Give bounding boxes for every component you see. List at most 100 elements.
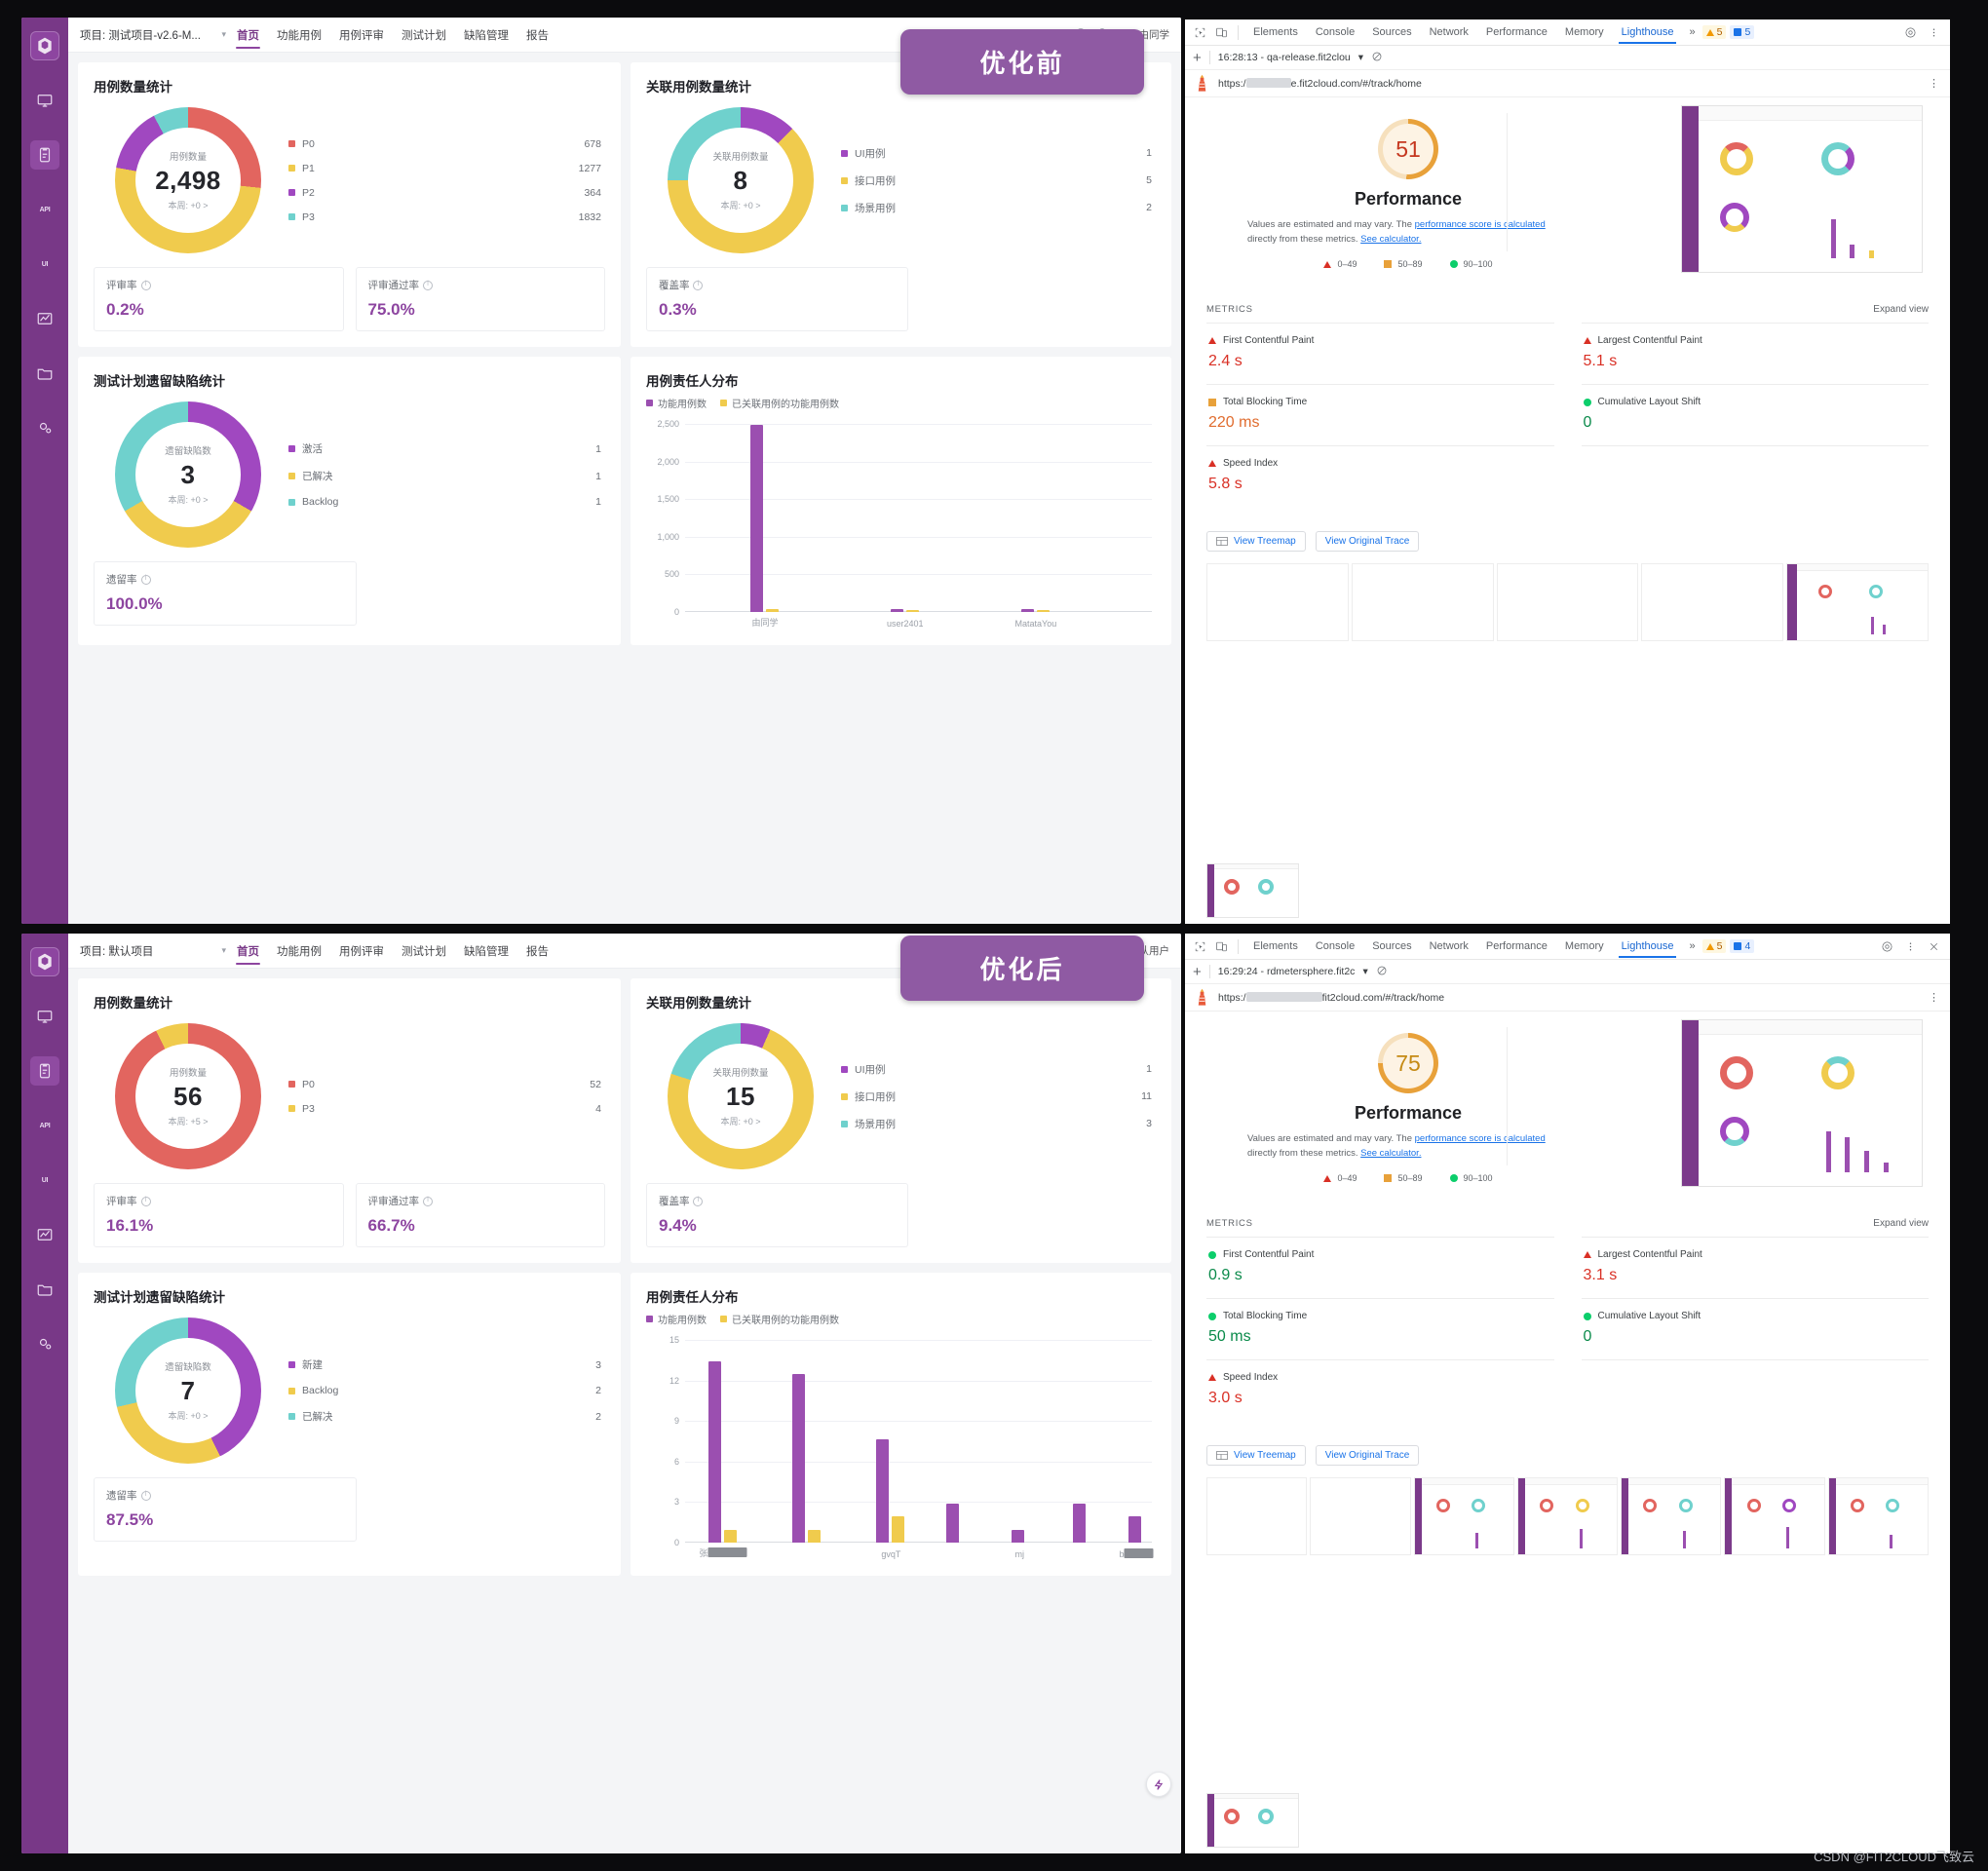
more-options-icon[interactable] [1923,21,1944,43]
device-toolbar-icon[interactable] [1210,21,1232,43]
view-original-trace-button[interactable]: View Original Trace [1315,1445,1420,1467]
inspect-element-icon[interactable] [1189,936,1210,957]
bar-series-1[interactable] [876,1439,890,1543]
metric-largest-contentful-paint[interactable]: Largest Contentful Paint 3.1 s [1581,1237,1929,1298]
filmstrip-frame[interactable] [1621,1477,1722,1556]
sidebar-item-project-settings[interactable] [30,1275,59,1304]
bar-series-2[interactable] [892,1516,905,1543]
warning-count-badge[interactable]: 5 [1701,939,1727,953]
bar-group[interactable]: b [1120,1516,1154,1559]
url-more-options-icon[interactable]: ⋮ [1929,77,1940,90]
more-tabs-icon[interactable]: » [1682,940,1701,952]
metric-cumulative-layout-shift[interactable]: Cumulative Layout Shift 0 [1581,1298,1929,1359]
bar-series-2[interactable] [723,1530,737,1543]
sidebar-item-test-track[interactable] [30,140,59,170]
tab-case-review[interactable]: 用例评审 [338,19,385,51]
report-selector[interactable]: 16:29:24 - rdmetersphere.fit2c [1218,966,1356,977]
legend-item[interactable]: 已关联用例的功能用例数 [719,1312,839,1326]
bar-series-1[interactable] [1072,1504,1086,1543]
audited-url-bottom[interactable]: https:/fit2cloud.com/#/track/home [1218,991,1444,1004]
bar-series-1[interactable] [707,1361,721,1543]
project-selector-bottom[interactable]: 项目: 默认项目 ▾ [80,943,226,959]
donut-center-sub[interactable]: 本周: +0 > [168,493,208,506]
bar-group[interactable]: 张 [699,1361,747,1558]
devtools-tab-lighthouse[interactable]: Lighthouse [1613,21,1683,44]
close-devtools-icon[interactable] [1923,936,1944,957]
tab-report[interactable]: 报告 [525,19,550,51]
metric-first-contentful-paint[interactable]: First Contentful Paint 2.4 s [1206,323,1554,384]
legend-item[interactable]: 场景用例 3 [840,1117,1152,1131]
sidebar-item-workstation[interactable] [30,1002,59,1031]
tab-report[interactable]: 报告 [525,935,550,967]
tab-test-plan[interactable]: 测试计划 [401,19,447,51]
tab-home[interactable]: 首页 [236,935,260,967]
info-icon[interactable] [693,280,704,290]
bar-series-1[interactable] [1012,1530,1025,1543]
devtools-tab-elements[interactable]: Elements [1244,936,1307,958]
audited-url-top[interactable]: https:/e.fit2cloud.com/#/track/home [1218,77,1422,90]
info-icon[interactable] [140,1490,151,1501]
sidebar-item-test-track[interactable] [30,1056,59,1086]
donut-center-sub[interactable]: 本周: +0 > [720,199,760,211]
legend-item[interactable]: P3 1832 [288,211,601,223]
bar-series-1[interactable] [946,1504,960,1543]
tab-functional-case[interactable]: 功能用例 [276,935,323,967]
metric-speed-index[interactable]: Speed Index 5.8 s [1206,445,1554,507]
legend-item[interactable]: Backlog 2 [288,1385,601,1396]
view-original-trace-button[interactable]: View Original Trace [1315,531,1420,553]
legend-item[interactable]: Backlog 1 [288,496,601,508]
filmstrip-frame[interactable] [1351,563,1494,642]
info-icon[interactable] [423,1196,433,1206]
warning-count-badge[interactable]: 5 [1701,25,1727,39]
sidebar-item-api-test[interactable]: API [30,195,59,224]
devtools-tab-memory[interactable]: Memory [1556,936,1613,958]
legend-item[interactable]: P2 364 [288,187,601,199]
legend-item[interactable]: P3 4 [288,1103,601,1115]
scroll-to-top-button[interactable] [1146,1772,1171,1797]
filmstrip-frame[interactable] [1641,563,1784,642]
bar-series-2[interactable] [808,1530,822,1543]
devtools-tab-sources[interactable]: Sources [1363,21,1420,44]
more-options-icon[interactable] [1899,936,1921,957]
tab-defect-management[interactable]: 缺陷管理 [463,19,510,51]
info-count-badge[interactable]: 4 [1730,939,1755,953]
see-calculator-link[interactable]: See calculator. [1360,1148,1421,1159]
devtools-tab-console[interactable]: Console [1307,21,1363,44]
legend-item[interactable]: 新建 3 [288,1357,601,1372]
bar-series-2[interactable] [766,609,780,612]
legend-item[interactable]: 已解决 1 [288,469,601,483]
bar-group[interactable] [1072,1504,1086,1543]
info-count-badge[interactable]: 5 [1730,25,1755,39]
filmstrip-frame-last-bottom[interactable] [1206,1793,1299,1848]
view-treemap-button[interactable]: View Treemap [1206,531,1306,553]
devtools-tab-memory[interactable]: Memory [1556,21,1613,44]
info-icon[interactable] [693,1196,704,1206]
report-selector[interactable]: 16:28:13 - qa-release.fit2clou [1218,52,1351,63]
bar-group[interactable]: MatataYou [1015,609,1056,629]
legend-item[interactable]: 已关联用例的功能用例数 [719,396,839,410]
filmstrip-frame[interactable] [1827,1477,1929,1556]
see-calculator-link[interactable]: See calculator. [1360,234,1421,245]
expand-view-button[interactable]: Expand view [1873,1218,1929,1229]
sidebar-item-system-settings[interactable] [30,1329,59,1358]
filmstrip-frame[interactable] [1310,1477,1411,1556]
devtools-tab-network[interactable]: Network [1421,21,1477,44]
legend-item[interactable]: P0 678 [288,138,601,150]
legend-item[interactable]: 已解决 2 [288,1409,601,1424]
donut-center-sub[interactable]: 本周: +5 > [168,1115,208,1127]
bar-group[interactable]: 由同学 [750,425,780,628]
settings-gear-icon[interactable] [1876,936,1897,957]
tab-case-review[interactable]: 用例评审 [338,935,385,967]
tab-functional-case[interactable]: 功能用例 [276,19,323,51]
performance-score-link[interactable]: performance score is calculated [1415,1133,1546,1144]
devtools-tab-lighthouse[interactable]: Lighthouse [1613,936,1683,958]
bar-group[interactable]: gvqT [876,1439,905,1559]
info-icon[interactable] [140,1196,151,1206]
device-toolbar-icon[interactable] [1210,936,1232,957]
bar-group[interactable]: user2401 [887,609,924,629]
legend-item[interactable]: P1 1277 [288,163,601,174]
new-report-icon[interactable]: + [1193,51,1202,65]
legend-item[interactable]: 功能用例数 [645,1312,707,1326]
url-more-options-icon[interactable]: ⋮ [1929,991,1940,1004]
metric-cumulative-layout-shift[interactable]: Cumulative Layout Shift 0 [1581,384,1929,445]
